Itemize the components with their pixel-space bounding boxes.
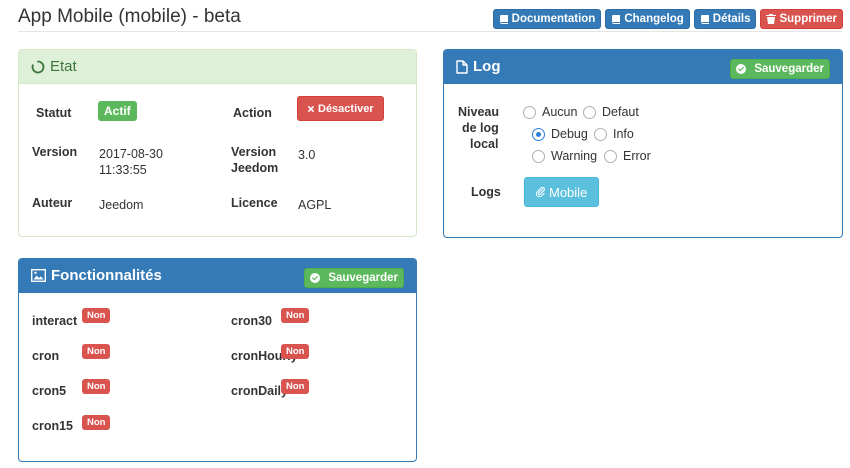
version-value-date: 2017-08-30	[99, 147, 163, 161]
documentation-button[interactable]: Documentation	[492, 9, 602, 29]
etat-title: Etat	[50, 58, 77, 75]
feature-interact-name: interact	[32, 314, 78, 328]
radio-defaut-circle[interactable]	[583, 105, 596, 119]
top-toolbar: Documentation Changelog Détails Supprime…	[492, 9, 843, 29]
delete-label: Supprimer	[779, 13, 837, 25]
refresh-icon	[31, 60, 45, 73]
times-icon	[307, 105, 315, 112]
fonctionnalites-panel: Fonctionnalités Sauvegarder interact Non…	[18, 258, 417, 462]
title-divider	[18, 31, 842, 32]
licence-value: AGPL	[298, 198, 332, 212]
paperclip-icon	[536, 187, 545, 197]
radio-info[interactable]: Info	[594, 127, 634, 141]
radio-debug-label: Debug	[551, 127, 588, 141]
version-value-time: 11:33:55	[99, 163, 147, 177]
etat-panel: Etat Statut Actif Action Désactiver Vers…	[18, 49, 417, 237]
radio-warning-label: Warning	[551, 149, 598, 163]
book-icon	[499, 15, 508, 24]
page-title: App Mobile (mobile) - beta	[18, 6, 241, 27]
radio-warning[interactable]: Warning	[532, 149, 597, 163]
file-icon	[456, 59, 468, 74]
log-mobile-button[interactable]: Mobile	[524, 177, 600, 207]
book-icon	[700, 15, 709, 24]
version-jeedom-label-1: Version	[231, 145, 277, 159]
niveau-label-1: Niveau	[458, 105, 499, 119]
statut-badge: Actif	[98, 101, 137, 121]
version-jeedom-value: 3.0	[298, 148, 316, 162]
fonctionnalites-save-button[interactable]: Sauvegarder	[304, 268, 404, 288]
auteur-value: Jeedom	[99, 198, 144, 212]
logs-label: Logs	[471, 185, 501, 199]
log-title: Log	[473, 58, 501, 75]
statut-label: Statut	[36, 106, 72, 120]
radio-error[interactable]: Error	[604, 149, 651, 163]
changelog-label: Changelog	[624, 13, 684, 25]
action-label: Action	[233, 106, 272, 120]
version-jeedom-label-2: Jeedom	[231, 161, 279, 175]
feature-cron5-name: cron5	[32, 384, 67, 398]
log-panel-heading: Log Sauvegarder	[444, 50, 842, 84]
radio-error-label: Error	[623, 149, 651, 163]
desactiver-label: Désactiver	[318, 102, 374, 115]
log-save-label: Sauvegarder	[754, 63, 824, 75]
image-icon	[31, 269, 46, 282]
radio-aucun[interactable]: Aucun	[523, 105, 577, 119]
radio-warning-circle[interactable]	[532, 149, 545, 163]
log-save-button[interactable]: Sauvegarder	[730, 59, 830, 79]
trash-icon	[766, 14, 777, 24]
desactiver-button[interactable]: Désactiver	[297, 96, 384, 121]
delete-button[interactable]: Supprimer	[760, 9, 843, 29]
auteur-label: Auteur	[32, 196, 73, 210]
feature-cron15-name: cron15	[32, 419, 73, 433]
fonctionnalites-panel-heading: Fonctionnalités Sauvegarder	[19, 259, 416, 293]
changelog-button[interactable]: Changelog	[605, 9, 690, 29]
feature-cron-status: Non	[82, 344, 111, 359]
radio-error-circle[interactable]	[604, 149, 617, 163]
radio-info-circle[interactable]	[594, 127, 607, 141]
feature-cron15-status: Non	[82, 415, 111, 430]
log-panel: Log Sauvegarder Niveau de log local Aucu…	[443, 49, 843, 238]
feature-interact-status: Non	[82, 308, 111, 323]
radio-aucun-circle[interactable]	[523, 105, 536, 119]
feature-cron30-name: cron30	[231, 314, 272, 328]
feature-cron30-status: Non	[281, 308, 310, 323]
feature-crondaily-name: cronDaily	[231, 384, 288, 398]
details-button[interactable]: Détails	[693, 9, 757, 29]
radio-debug[interactable]: Debug	[532, 127, 588, 141]
radio-info-label: Info	[613, 127, 634, 141]
feature-cron-name: cron	[32, 349, 60, 363]
licence-label: Licence	[231, 196, 278, 210]
check-circle-icon	[736, 64, 747, 74]
fonctionnalites-save-label: Sauvegarder	[328, 272, 398, 284]
niveau-label-3: local	[470, 137, 499, 151]
feature-cron5-status: Non	[82, 379, 111, 394]
documentation-label: Documentation	[511, 13, 596, 25]
log-mobile-label: Mobile	[549, 184, 588, 200]
fonctionnalites-title: Fonctionnalités	[51, 267, 162, 284]
radio-defaut-label: Defaut	[602, 105, 639, 119]
radio-aucun-label: Aucun	[542, 105, 578, 119]
niveau-label-2: de log	[462, 121, 499, 135]
radio-debug-circle[interactable]	[532, 127, 545, 141]
details-label: Détails	[712, 13, 751, 25]
etat-panel-heading: Etat	[19, 50, 416, 84]
feature-cronhourly-status: Non	[281, 344, 310, 359]
feature-crondaily-status: Non	[281, 379, 310, 394]
radio-defaut[interactable]: Defaut	[583, 105, 639, 119]
check-circle-icon	[310, 273, 321, 283]
version-label: Version	[32, 145, 78, 159]
book-icon	[612, 15, 621, 24]
